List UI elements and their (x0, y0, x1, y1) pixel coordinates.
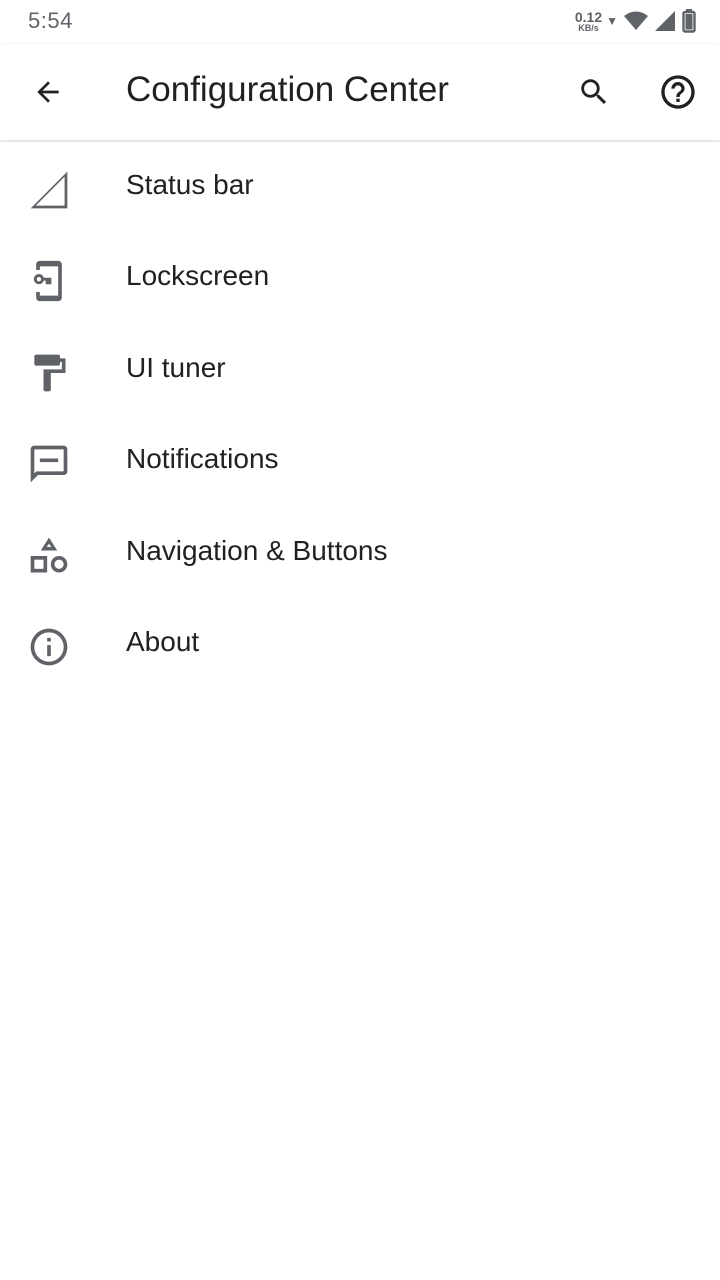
back-button[interactable] (22, 66, 74, 118)
menu-item-label: Status bar (126, 169, 254, 200)
search-icon (581, 79, 607, 105)
menu-item-label: Lockscreen (126, 260, 270, 292)
menu-item-notifications[interactable]: Notifications (0, 415, 720, 506)
status-time: 5:54 (28, 8, 73, 33)
help-icon (661, 75, 695, 109)
status-icons: 0.12 KB/s ▼ (575, 8, 696, 34)
info-icon (26, 624, 72, 670)
menu-item-lockscreen[interactable]: Lockscreen (0, 232, 720, 323)
arrow-back-icon (37, 81, 59, 103)
menu-item-label: UI tuner (126, 351, 226, 383)
menu-item-status-bar[interactable]: Status bar (0, 141, 720, 232)
data-download-icon: ▼ (606, 14, 618, 28)
menu-item-ui-tuner[interactable]: UI tuner (0, 324, 720, 415)
paint-roller-icon (26, 350, 72, 396)
net-speed-indicator: 0.12 KB/s (575, 10, 602, 33)
page-title: Configuration Center (126, 70, 449, 109)
net-speed-unit: KB/s (578, 22, 599, 33)
menu-item-navigation-buttons[interactable]: Navigation & Buttons (0, 507, 720, 598)
help-button[interactable] (652, 66, 704, 118)
wifi-icon (624, 11, 648, 30)
net-speed-value: 0.12 (574, 8, 603, 25)
signal-triangle-icon (26, 167, 72, 213)
cell-signal-icon (655, 11, 675, 31)
status-bar: 5:54 0.12 KB/s ▼ (0, 0, 720, 44)
app-bar: Configuration Center (0, 44, 720, 140)
message-icon (26, 441, 72, 487)
menu-item-label: Navigation & Buttons (126, 534, 388, 566)
battery-icon (682, 9, 696, 33)
shapes-icon (26, 533, 72, 579)
search-button[interactable] (568, 66, 620, 118)
menu-item-label: About (126, 625, 200, 657)
phone-lock-icon (26, 258, 72, 304)
menu-item-about[interactable]: About (0, 598, 720, 689)
menu-list: Status bar Lockscreen UI tuner Notificat… (0, 141, 720, 689)
menu-item-label: Notifications (126, 443, 279, 475)
